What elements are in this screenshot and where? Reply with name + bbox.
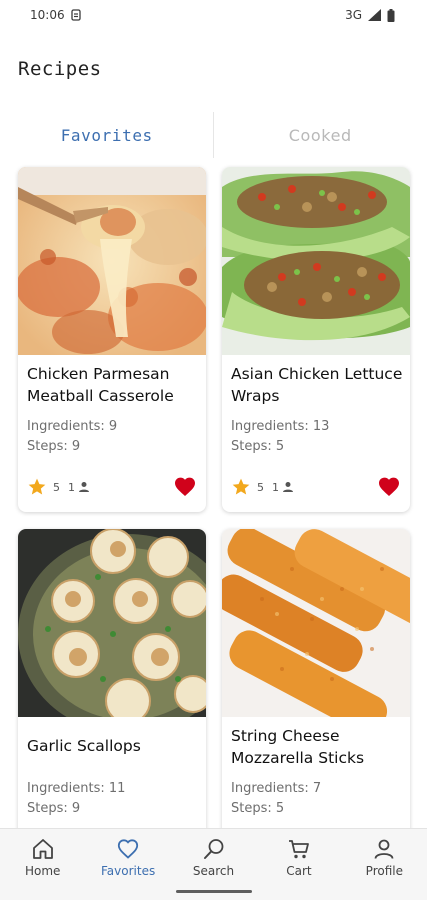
recipe-image-garlic-scallops: [18, 529, 206, 717]
cooks-count: 1: [272, 480, 279, 494]
battery-icon: [387, 8, 395, 22]
heart-outline-icon: [118, 839, 139, 859]
ingredients-count: Ingredients: 9: [27, 419, 118, 434]
recipe-card[interactable]: Chicken Parmesan Meatball Casserole Ingr…: [18, 167, 206, 512]
home-icon: [32, 839, 53, 859]
heart-icon[interactable]: [377, 475, 401, 499]
steps-count: Steps: 5: [231, 801, 285, 816]
nav-label: Favorites: [101, 864, 156, 878]
steps-count: Steps: 9: [27, 801, 81, 816]
recipe-card[interactable]: String Cheese Mozzarella Sticks Ingredie…: [222, 529, 410, 839]
ingredients-count: Ingredients: 11: [27, 781, 126, 796]
tab-divider: [213, 112, 214, 158]
nav-label: Cart: [286, 864, 312, 878]
recipe-title: Asian Chicken Lettuce Wraps: [231, 365, 403, 405]
ingredients-count: Ingredients: 13: [231, 419, 330, 434]
status-left: 10:06: [30, 8, 81, 22]
ingredients-count: Ingredients: 7: [231, 781, 322, 796]
steps-count: Steps: 9: [27, 439, 81, 454]
steps-count: Steps: 5: [231, 439, 285, 454]
nav-profile[interactable]: Profile: [342, 829, 427, 900]
recipe-image-mozzarella-sticks: [222, 529, 410, 717]
tab-cooked[interactable]: Cooked: [214, 112, 427, 158]
status-bar: 10:06 3G: [0, 0, 427, 30]
search-icon: [203, 839, 223, 859]
recipe-title: Garlic Scallops: [27, 737, 141, 755]
recipe-meta: Ingredients: 9 Steps: 9: [27, 417, 199, 457]
tab-bar: Favorites Cooked: [0, 112, 427, 158]
recipe-meta: Ingredients: 7 Steps: 5: [231, 779, 403, 819]
sim-icon: [70, 9, 81, 21]
status-time: 10:06: [30, 8, 65, 22]
recipe-footer: 5 1: [27, 475, 197, 499]
recipe-footer: 5 1: [231, 475, 401, 499]
recipe-meta: Ingredients: 13 Steps: 5: [231, 417, 403, 457]
recipe-card[interactable]: Asian Chicken Lettuce Wraps Ingredients:…: [222, 167, 410, 512]
network-type: 3G: [345, 8, 362, 22]
page-title: Recipes: [18, 58, 102, 80]
recipe-title: String Cheese Mozzarella Sticks: [231, 727, 365, 767]
recipe-title: Chicken Parmesan Meatball Casserole: [27, 365, 174, 405]
nav-label: Profile: [365, 864, 403, 878]
person-icon: [374, 839, 394, 859]
recipe-meta: Ingredients: 11 Steps: 9: [27, 779, 199, 819]
signal-icon: [368, 9, 381, 21]
nav-label: Search: [192, 864, 235, 878]
star-icon: [232, 478, 250, 495]
person-icon: [79, 482, 89, 492]
nav-label: Home: [24, 864, 61, 878]
heart-icon[interactable]: [173, 475, 197, 499]
nav-cart[interactable]: Cart: [256, 829, 341, 900]
status-right: 3G: [345, 8, 395, 22]
cart-icon: [288, 840, 309, 859]
star-icon: [28, 478, 46, 495]
nav-home[interactable]: Home: [0, 829, 85, 900]
tab-favorites[interactable]: Favorites: [0, 112, 214, 158]
person-icon: [283, 482, 293, 492]
nav-favorites[interactable]: Favorites: [85, 829, 170, 900]
gesture-bar: [176, 890, 252, 893]
cooks-count: 1: [68, 480, 75, 494]
rating-value: 5: [257, 480, 264, 494]
recipe-image-lettuce-wraps: [222, 167, 410, 355]
recipe-image-chicken-parmesan: [18, 167, 206, 355]
recipe-card[interactable]: Garlic Scallops Ingredients: 11 Steps: 9: [18, 529, 206, 839]
rating-value: 5: [53, 480, 60, 494]
